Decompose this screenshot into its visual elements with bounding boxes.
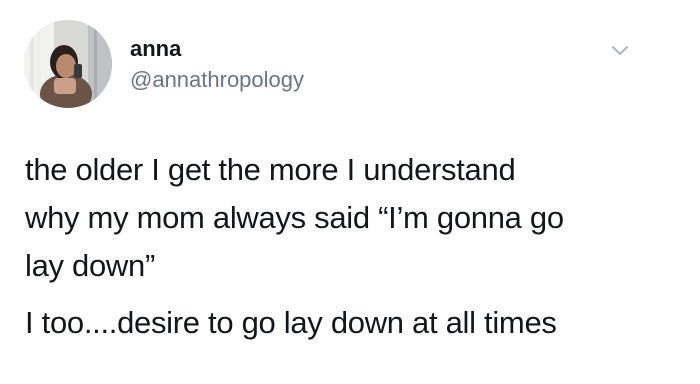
tweet-card: anna @annathropology the older I get the… [0,0,700,384]
tweet-text: the older I get the more I understand wh… [25,146,675,347]
tweet-paragraph: I too....desire to go lay down at all ti… [25,305,557,340]
profile-photo-icon [24,20,112,108]
tweet-paragraph: the older I get the more I understand wh… [25,152,564,283]
avatar[interactable] [24,20,112,108]
user-handle[interactable]: @annathropology [130,67,304,93]
chevron-down-icon[interactable] [608,40,632,60]
display-name[interactable]: anna [130,36,181,62]
